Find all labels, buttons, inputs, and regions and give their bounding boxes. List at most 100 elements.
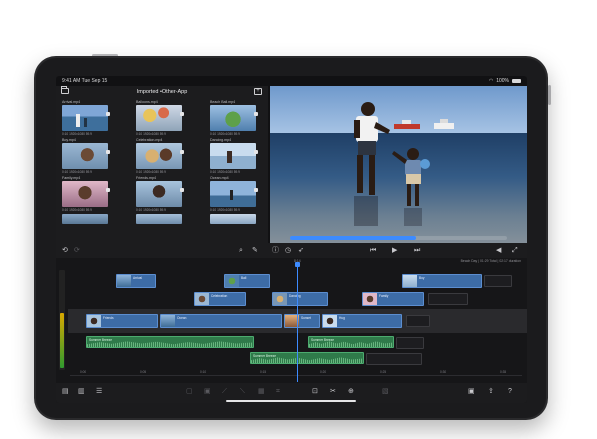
browser-clip[interactable]: [62, 214, 110, 224]
home-indicator[interactable]: [226, 400, 356, 402]
search-icon[interactable]: ⌕: [239, 247, 243, 254]
timeline-clip-thumb: [225, 275, 239, 287]
trim-icon[interactable]: ⟍: [240, 388, 245, 395]
ruler-tick: 0:10: [200, 370, 207, 374]
timeline-clip[interactable]: Dancing: [272, 292, 328, 306]
timeline-clip[interactable]: Hug: [322, 314, 402, 328]
clip-thumbnail: [210, 143, 256, 169]
photos-icon[interactable]: ▣: [468, 388, 475, 395]
index-icon[interactable]: ☰: [96, 388, 102, 395]
connect-icon[interactable]: ⊡: [312, 388, 318, 395]
skip-forward-icon[interactable]: ⏭: [414, 247, 420, 254]
timeline-clip[interactable]: Friends: [86, 314, 158, 328]
playhead[interactable]: [295, 262, 300, 382]
timeline-clip[interactable]: Boy: [402, 274, 482, 288]
fullscreen-icon[interactable]: ⤢: [512, 247, 518, 254]
clip-checkmark-icon: [180, 112, 184, 116]
timeline-clip[interactable]: Family: [362, 292, 424, 306]
undo-icon[interactable]: ⟲: [62, 247, 68, 254]
audio-meter: [59, 270, 65, 370]
browser-clip[interactable]: [136, 214, 184, 224]
clip-meta: 0:10 1920x1080 59.9: [62, 132, 92, 136]
timeline-clip-label: Friends: [103, 316, 114, 320]
skip-back-icon[interactable]: ⏮: [370, 247, 376, 254]
browser-clip[interactable]: Friends.mp4 0:10 1920x1080 59.9: [136, 176, 184, 212]
browser-clip[interactable]: Beach Ball.mp4 0:10 1920x1080 59.9: [210, 100, 258, 136]
speed-icon[interactable]: ➶: [298, 247, 304, 254]
timeline-ruler[interactable]: [70, 375, 522, 379]
transform-icon[interactable]: ▦: [258, 388, 265, 395]
split-icon[interactable]: ▢: [186, 388, 193, 395]
redo-icon[interactable]: ⟳: [74, 247, 80, 254]
browser-clip[interactable]: Boy.mp4 0:10 1920x1080 59.9: [62, 138, 110, 174]
browser-clip[interactable]: Arrival.mp4 0:10 1920x1080 59.9: [62, 100, 110, 136]
timeline-clip-thumb: [273, 293, 287, 305]
timeline-clip-thumb: [87, 315, 101, 327]
ruler-tick: 0:30: [440, 370, 447, 374]
browser-clip[interactable]: Ocean.mp4 0:10 1920x1080 59.9: [210, 176, 258, 212]
video-viewer[interactable]: [270, 86, 527, 243]
audio-meter-level: [60, 313, 64, 368]
clip-thumbnail: [210, 181, 256, 207]
clip-checkmark-icon: [254, 150, 258, 154]
status-right: ◠ 100%: [489, 78, 521, 84]
detach-icon[interactable]: ▣: [204, 388, 211, 395]
audio-clip[interactable]: Summer Breeze: [250, 352, 364, 364]
delete-icon[interactable]: ▧: [382, 388, 389, 395]
timeline-clip[interactable]: Arrival: [116, 274, 156, 288]
viewer-scrubber[interactable]: [290, 236, 507, 240]
media-browser: Imported •Other-App + Arrival.mp4 0:10 1…: [56, 86, 268, 243]
help-icon[interactable]: ?: [508, 388, 512, 395]
browser-title: Imported •Other-App: [136, 89, 188, 95]
timer-icon[interactable]: ◷: [285, 247, 291, 254]
timeline-clip-label: Celebration: [211, 294, 228, 298]
inspector-icon[interactable]: ▥: [78, 388, 85, 395]
blade-icon[interactable]: ⟋: [222, 388, 227, 395]
timeline-clip[interactable]: Sunset: [284, 314, 320, 328]
magic-icon[interactable]: ✎: [252, 247, 258, 254]
audio-clip[interactable]: Summer Breeze: [308, 336, 394, 348]
timeline-clip[interactable]: Ball: [224, 274, 270, 288]
timeline-clip-label: Boy: [419, 276, 425, 280]
browser-clip[interactable]: Dancing.mp4 0:10 1920x1080 59.9: [210, 138, 258, 174]
empty-slot: [484, 275, 512, 287]
play-icon[interactable]: ▶: [392, 247, 397, 254]
browser-toggle-icon[interactable]: ▤: [62, 388, 69, 395]
empty-slot: [396, 337, 424, 349]
ruler-tick: 0:00: [80, 370, 87, 374]
clip-meta: 0:10 1920x1080 59.9: [210, 170, 240, 174]
transport-bar: ⟲ ⟳ ⌕ ✎ ⓘ ◷ ➶ ⏮ ▶ ⏭ ◀︎ ⤢: [56, 243, 527, 258]
clip-meta: 0:10 1920x1080 59.9: [210, 208, 240, 212]
timeline[interactable]: 8:14 Beach Day | 01:29 Total | 02:17 dur…: [56, 258, 527, 383]
timeline-clip-label: Family: [379, 294, 389, 298]
info-icon[interactable]: ⓘ: [272, 247, 279, 254]
audio-clip-label: Summer Breeze: [89, 338, 113, 342]
add-clip-icon[interactable]: ⊕: [348, 388, 354, 395]
wifi-icon: ◠: [488, 78, 494, 84]
volume-icon[interactable]: ◀︎: [496, 247, 501, 254]
viewer-scene: [354, 102, 454, 226]
audio-clip[interactable]: Summer Breeze: [86, 336, 254, 348]
empty-slot: [428, 293, 468, 305]
timeline-clip[interactable]: Celebration: [194, 292, 246, 306]
browser-clip[interactable]: Family.mp4 0:10 1920x1080 59.9: [62, 176, 110, 212]
clip-meta: 0:10 1920x1080 59.9: [136, 208, 166, 212]
add-icon[interactable]: +: [254, 88, 262, 95]
volume-button: [548, 85, 551, 105]
audio-clip-label: Summer Breeze: [311, 338, 335, 342]
ruler-tick: 0:15: [260, 370, 267, 374]
scrubber-fill: [290, 236, 416, 240]
share-icon[interactable]: ⇪: [488, 388, 494, 395]
clip-checkmark-icon: [180, 150, 184, 154]
crop-icon[interactable]: ⌗: [276, 388, 280, 395]
browser-clip[interactable]: Balloons.mp4 0:10 1920x1080 59.9: [136, 100, 184, 136]
browser-clip[interactable]: [210, 214, 258, 224]
clip-thumbnail: [210, 214, 256, 224]
timeline-clip-label: Ball: [241, 276, 247, 280]
timeline-clip[interactable]: Ocean: [160, 314, 282, 328]
clip-checkmark-icon: [254, 188, 258, 192]
scissors-icon[interactable]: ✂: [330, 388, 336, 395]
browser-clip[interactable]: Celebration.mp4 0:10 1920x1080 59.9: [136, 138, 184, 174]
empty-slot: [366, 353, 422, 365]
timeline-clip-thumb: [323, 315, 337, 327]
